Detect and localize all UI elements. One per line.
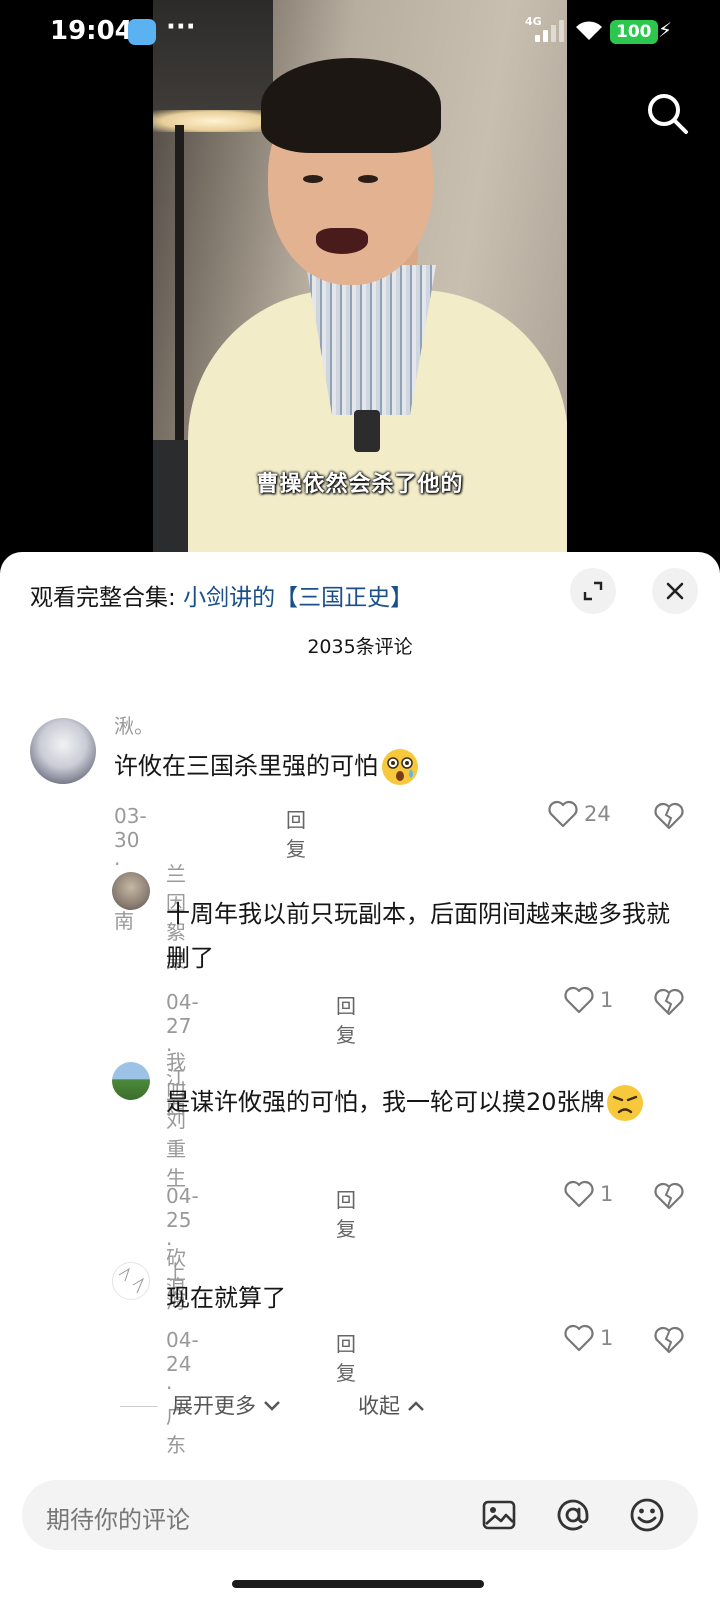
status-time: 19:04 <box>50 16 133 46</box>
expand-icon <box>583 581 603 601</box>
video-player[interactable]: 曹操依然会杀了他的 <box>0 0 720 560</box>
mention-icon[interactable] <box>554 1496 592 1534</box>
avatar[interactable] <box>112 872 150 910</box>
presenter-eye <box>303 175 323 183</box>
expand-sheet-button[interactable] <box>570 568 616 614</box>
more-notifications-icon: ··· <box>166 12 196 42</box>
collection-prefix: 观看完整合集: <box>30 585 184 611</box>
collapse-button[interactable]: 收起 <box>358 1390 425 1420</box>
reply-button[interactable]: 回复 <box>336 1328 356 1386</box>
comment-count: 2035条评论 <box>307 636 413 658</box>
expand-more-label: 展开更多 <box>172 1394 256 1418</box>
comment-date: 04-25 <box>166 1184 199 1232</box>
avatar[interactable] <box>112 1262 150 1300</box>
like-button[interactable]: 1 <box>564 1324 613 1352</box>
signal-icon <box>535 20 565 42</box>
broken-heart-icon[interactable] <box>654 1326 684 1354</box>
comment-input-placeholder[interactable]: 期待你的评论 <box>46 1500 190 1535</box>
comment-date: 04-27 <box>166 990 199 1038</box>
heart-icon <box>564 986 594 1014</box>
close-icon <box>666 582 684 600</box>
chevron-down-icon <box>263 1401 280 1411</box>
meta-separator: · <box>114 852 121 876</box>
broken-heart-icon[interactable] <box>654 988 684 1016</box>
comment-username[interactable]: 湫。 <box>114 710 154 739</box>
like-button[interactable]: 1 <box>564 1180 613 1208</box>
heart-icon <box>564 1324 594 1352</box>
like-count: 1 <box>600 988 614 1012</box>
presenter-eye <box>358 175 378 183</box>
unamused-face-emoji-icon <box>606 1085 643 1121</box>
reply-button[interactable]: 回复 <box>336 1184 356 1242</box>
like-button[interactable]: 24 <box>548 800 611 828</box>
heart-icon <box>548 800 578 828</box>
dizzy-face-emoji-icon <box>382 749 418 785</box>
like-count: 24 <box>584 802 611 826</box>
comment-text-body: 是谋许攸强的可怕，我一轮可以摸20张牌 <box>166 1088 605 1116</box>
broken-heart-icon[interactable] <box>654 1182 684 1210</box>
collapse-label: 收起 <box>358 1394 400 1418</box>
comment-date: 03-30 <box>114 804 147 852</box>
app-notification-icon <box>128 19 156 45</box>
broken-heart-icon[interactable] <box>654 802 684 830</box>
reply-button[interactable]: 回复 <box>286 804 306 862</box>
video-subtitle: 曹操依然会杀了他的 <box>256 472 464 497</box>
comment-meta: 03-30 · 云南 <box>114 804 147 934</box>
like-count: 1 <box>600 1326 614 1350</box>
emoji-icon[interactable] <box>628 1496 666 1534</box>
lamp-glow <box>153 110 275 132</box>
comment-sheet: 观看完整合集: 小剑讲的【三国正史】 2035条评论 湫。 许攸在三国杀里强的可… <box>0 552 720 1600</box>
comment-text-body: 许攸在三国杀里强的可怕 <box>114 752 378 780</box>
expand-more-button[interactable]: 展开更多 <box>172 1390 281 1420</box>
image-icon[interactable] <box>480 1496 518 1534</box>
divider <box>120 1406 158 1407</box>
close-button[interactable] <box>652 568 698 614</box>
charging-icon: ⚡ <box>658 18 673 42</box>
like-count: 1 <box>600 1182 614 1206</box>
like-button[interactable]: 1 <box>564 986 613 1014</box>
comment-text: 十周年我以前只玩副本，后面阴间越来越多我就删了 <box>166 900 670 972</box>
chevron-up-icon <box>407 1401 424 1411</box>
lapel-mic <box>354 410 380 452</box>
sketch-avatar-icon <box>118 1267 145 1294</box>
replies-toggle-row: 展开更多 收起 <box>120 1390 560 1424</box>
comment-input-bar[interactable]: 期待你的评论 <box>22 1480 698 1550</box>
comment-text: 现在就算了 <box>166 1284 286 1312</box>
presenter-hair <box>261 58 441 153</box>
comment-text: 许攸在三国杀里强的可怕 <box>114 744 634 788</box>
lamp-pole <box>175 125 184 455</box>
reply-button[interactable]: 回复 <box>336 990 356 1048</box>
avatar[interactable] <box>30 718 96 784</box>
comment-text: 是谋许攸强的可怕，我一轮可以摸20张牌 <box>166 1080 686 1124</box>
collection-link[interactable]: 小剑讲的【三国正史】 <box>183 585 413 611</box>
comment-date: 04-24 <box>166 1328 199 1376</box>
avatar[interactable] <box>112 1062 150 1100</box>
heart-icon <box>564 1180 594 1208</box>
home-indicator[interactable] <box>232 1580 484 1588</box>
search-icon[interactable] <box>644 90 692 138</box>
status-bar: 19:04 ··· 4G 100 ⚡ <box>0 0 720 64</box>
collection-banner[interactable]: 观看完整合集: 小剑讲的【三国正史】 <box>30 578 413 612</box>
presenter-mouth <box>316 228 368 254</box>
wifi-icon <box>576 21 602 40</box>
battery-indicator: 100 <box>610 20 658 44</box>
